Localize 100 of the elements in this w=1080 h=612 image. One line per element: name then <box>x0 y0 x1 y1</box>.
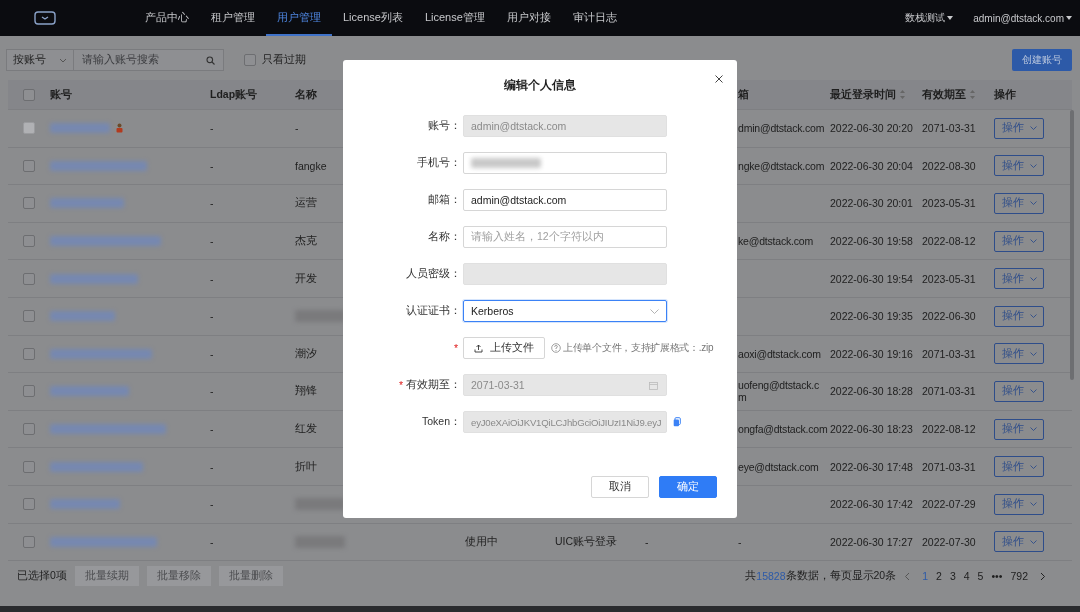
caret-icon <box>1029 351 1037 356</box>
nav-tab[interactable]: 用户管理 <box>266 0 332 36</box>
batch-button[interactable]: 批量续期 <box>74 566 139 587</box>
row-checkbox[interactable] <box>23 460 35 473</box>
table-cell: 2022-06-30 19:16 <box>830 347 913 360</box>
page-link[interactable]: 792 <box>1010 570 1028 583</box>
table-cell: ongfa@dtstack.com <box>738 423 828 436</box>
row-checkbox[interactable] <box>23 235 35 248</box>
table-cell: 2022-06-30 20:20 <box>830 122 913 135</box>
action-dropdown-button[interactable]: 操作 <box>994 380 1044 402</box>
next-page-icon[interactable] <box>1040 571 1046 581</box>
row-checkbox[interactable] <box>23 498 35 511</box>
row-checkbox[interactable] <box>23 159 35 172</box>
expired-checkbox[interactable] <box>244 54 256 66</box>
table-cell: - <box>210 272 214 285</box>
column-header[interactable]: 最近登录时间 <box>830 87 896 102</box>
required-mark: * <box>398 379 403 391</box>
caret-icon <box>1029 427 1037 432</box>
input-field[interactable] <box>463 152 667 174</box>
action-dropdown-button[interactable]: 操作 <box>994 456 1044 478</box>
batch-button[interactable]: 批量删除 <box>218 566 283 587</box>
calendar-icon <box>649 380 658 390</box>
action-dropdown-button[interactable]: 操作 <box>994 418 1044 440</box>
column-header: 账号 <box>50 87 72 102</box>
table-cell: 使用中 <box>465 534 498 549</box>
row-checkbox[interactable] <box>23 535 35 548</box>
batch-button[interactable]: 批量移除 <box>146 566 211 587</box>
column-header: 箱 <box>738 87 749 102</box>
action-dropdown-button[interactable]: 操作 <box>994 493 1044 515</box>
table-cell: 2022-06-30 19:35 <box>830 310 913 323</box>
table-cell: 2022-08-12 <box>922 423 976 436</box>
nav-tab[interactable]: License管理 <box>413 0 496 36</box>
filter-select[interactable]: 按账号 <box>6 49 74 71</box>
caret-icon <box>1029 389 1037 394</box>
action-dropdown-button[interactable]: 操作 <box>994 305 1044 327</box>
user-menu[interactable]: admin@dtstack.com <box>973 12 1072 24</box>
table-cell: uofeng@dtstack.c m <box>738 379 819 404</box>
action-dropdown-button[interactable]: 操作 <box>994 531 1044 553</box>
checkbox-label: 只看过期 <box>262 53 306 67</box>
table-cell: 折叶 <box>295 459 317 474</box>
row-checkbox[interactable] <box>23 423 35 436</box>
select-all-checkbox[interactable] <box>23 88 35 101</box>
page-link[interactable]: 5 <box>977 570 984 583</box>
table-cell: - <box>210 385 214 398</box>
nav-tab[interactable]: 产品中心 <box>134 0 200 36</box>
sort-icon[interactable] <box>900 90 905 99</box>
table-cell: 2071-03-31 <box>922 347 976 360</box>
certificate-select[interactable]: Kerberos <box>463 300 667 322</box>
sort-icon[interactable] <box>970 90 975 99</box>
nav-tab[interactable]: 审计日志 <box>561 0 628 36</box>
input-field[interactable]: 请输入姓名，12个字符以内 <box>463 226 667 248</box>
input-field[interactable]: admin@dtstack.com <box>463 189 667 211</box>
page-link[interactable]: ••• <box>991 570 1003 583</box>
page-link[interactable]: 3 <box>949 570 956 583</box>
table-cell: 2022-07-29 <box>922 498 976 511</box>
table-cell: 2071-03-31 <box>922 460 976 473</box>
close-icon[interactable] <box>715 75 723 83</box>
table-cell: - <box>210 235 214 248</box>
action-dropdown-button[interactable]: 操作 <box>994 268 1044 290</box>
search-icon <box>206 55 215 65</box>
logo-icon[interactable] <box>34 11 56 25</box>
caret-icon <box>1029 314 1037 319</box>
previous-page-icon[interactable] <box>904 571 911 581</box>
action-dropdown-button[interactable]: 操作 <box>994 193 1044 214</box>
row-checkbox[interactable] <box>23 385 35 398</box>
row-checkbox[interactable] <box>23 197 35 210</box>
table-cell: fangke <box>295 159 327 172</box>
field-label: 账号： <box>428 119 461 133</box>
nav-tab[interactable]: 租户管理 <box>200 0 266 36</box>
create-account-button[interactable]: 创建账号 <box>1012 49 1072 71</box>
action-dropdown-button[interactable]: 操作 <box>994 155 1044 177</box>
row-checkbox[interactable] <box>23 310 35 323</box>
help-icon <box>551 343 561 353</box>
copy-icon[interactable] <box>673 417 681 427</box>
caret-icon <box>1029 464 1037 469</box>
table-cell: - <box>210 310 214 323</box>
tenant-menu[interactable]: 数栈测试 <box>905 11 954 25</box>
table-cell: 2071-03-31 <box>922 122 976 135</box>
row-checkbox[interactable] <box>23 347 35 360</box>
table-cell: 开发 <box>295 271 317 286</box>
cancel-button[interactable]: 取消 <box>591 476 649 498</box>
table-cell: 2071-03-31 <box>922 385 976 398</box>
action-dropdown-button[interactable]: 操作 <box>994 343 1044 365</box>
table-cell: - <box>210 197 214 210</box>
search-field[interactable]: 请输入账号搜索 <box>74 49 224 71</box>
page-link[interactable]: 2 <box>936 570 942 583</box>
table-cell: 2022-06-30 20:04 <box>830 159 913 172</box>
nav-tab[interactable]: 用户对接 <box>495 0 562 36</box>
table-cell: 2022-06-30 20:01 <box>830 197 913 210</box>
row-checkbox[interactable] <box>23 272 35 285</box>
upload-button[interactable]: 上传文件 <box>463 337 545 359</box>
table-cell: 2022-06-30 <box>922 310 976 323</box>
total-label: 条数据，每页显示20条 <box>785 569 897 584</box>
confirm-button[interactable]: 确定 <box>659 476 717 498</box>
action-dropdown-button[interactable]: 操作 <box>994 230 1044 252</box>
page-link[interactable]: 4 <box>963 570 970 583</box>
table-cell: - <box>738 535 742 548</box>
column-header[interactable]: 有效期至 <box>922 87 966 102</box>
nav-tab[interactable]: License列表 <box>332 0 414 36</box>
table-cell: - <box>645 535 649 548</box>
